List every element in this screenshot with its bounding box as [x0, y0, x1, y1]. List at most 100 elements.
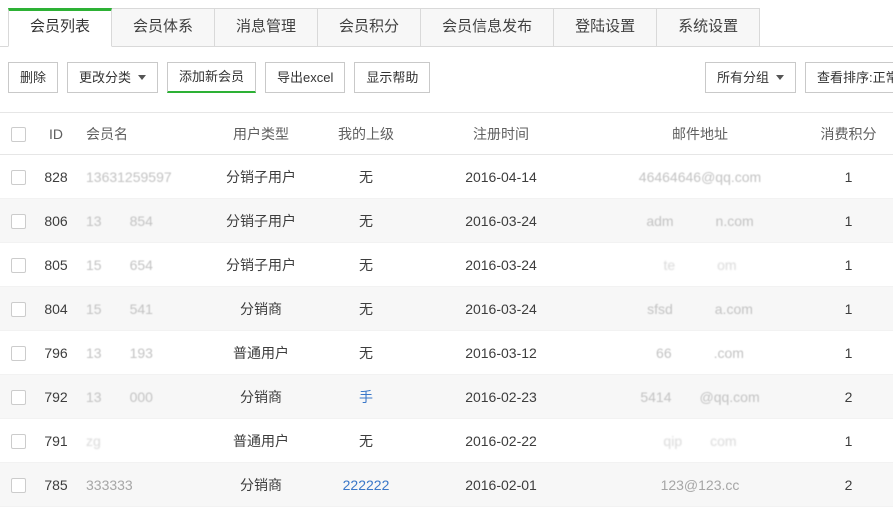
column-header-points: 消费积分 [804, 113, 893, 155]
member-table: ID会员名用户类型我的上级注册时间邮件地址消费积分 828 1363125959… [0, 112, 893, 507]
cell-id: 806 [36, 199, 76, 243]
button-label: 删除 [20, 70, 46, 85]
button-label: 显示帮助 [366, 70, 418, 85]
cell-superior: 无 [326, 419, 406, 463]
cell-checkbox [0, 155, 36, 199]
cell-email: 46464646@qq.com [596, 155, 804, 199]
superior-text: 无 [359, 301, 373, 317]
cell-checkbox [0, 243, 36, 287]
email-text: 5414 @qq.com [640, 389, 759, 405]
select-all-checkbox[interactable] [11, 127, 26, 142]
username-text: 15 654 [86, 257, 153, 273]
cell-username: 13 193 [76, 331, 196, 375]
row-checkbox[interactable] [11, 258, 26, 273]
username-text: zg [86, 433, 101, 449]
table-row: 785 333333 分销商 222222 2016-02-01 123@123… [0, 463, 893, 507]
cell-username: 13631259597 [76, 155, 196, 199]
cell-register-time: 2016-02-01 [406, 463, 596, 507]
column-header-id: ID [36, 113, 76, 155]
table-row: 791 zg 普通用户 无 2016-02-22 qip com 1 [0, 419, 893, 463]
tab-member-info-publish[interactable]: 会员信息发布 [420, 8, 554, 47]
cell-checkbox [0, 375, 36, 419]
cell-id: 791 [36, 419, 76, 463]
export-excel-button[interactable]: 导出excel [265, 62, 345, 93]
button-label: 导出excel [277, 70, 333, 85]
header-checkbox-cell [0, 113, 36, 155]
row-checkbox[interactable] [11, 478, 26, 493]
cell-email: te om [596, 243, 804, 287]
cell-register-time: 2016-02-22 [406, 419, 596, 463]
table-body: 828 13631259597 分销子用户 无 2016-04-14 46464… [0, 155, 893, 507]
row-checkbox[interactable] [11, 170, 26, 185]
cell-checkbox [0, 287, 36, 331]
superior-text[interactable]: 222222 [343, 477, 390, 493]
cell-points: 1 [804, 419, 893, 463]
cell-points: 1 [804, 287, 893, 331]
cell-register-time: 2016-03-12 [406, 331, 596, 375]
cell-points: 1 [804, 155, 893, 199]
superior-text[interactable]: 手 [359, 389, 373, 405]
cell-superior: 无 [326, 287, 406, 331]
tab-member-points[interactable]: 会员积分 [317, 8, 421, 47]
chevron-down-icon [138, 75, 146, 80]
tab-member-list[interactable]: 会员列表 [8, 8, 112, 47]
cell-id: 804 [36, 287, 76, 331]
email-text: qip com [663, 433, 736, 449]
cell-points: 2 [804, 463, 893, 507]
button-label: 添加新会员 [179, 69, 244, 84]
button-label: 查看排序:正常排序 [817, 70, 893, 85]
email-text: 123@123.cc [661, 477, 740, 493]
cell-points: 1 [804, 331, 893, 375]
tab-message-management[interactable]: 消息管理 [214, 8, 318, 47]
cell-username: 13 000 [76, 375, 196, 419]
tab-system-settings[interactable]: 系统设置 [656, 8, 760, 47]
cell-user-type: 普通用户 [196, 419, 326, 463]
row-checkbox[interactable] [11, 434, 26, 449]
column-header-email: 邮件地址 [596, 113, 804, 155]
cell-superior: 手 [326, 375, 406, 419]
superior-text: 无 [359, 345, 373, 361]
cell-email: 66 .com [596, 331, 804, 375]
change-category-button[interactable]: 更改分类 [67, 62, 158, 93]
delete-button[interactable]: 删除 [8, 62, 58, 93]
toolbar-right: 所有分组 查看排序:正常排序 [705, 62, 893, 93]
toolbar: 删除更改分类添加新会员导出excel显示帮助 所有分组查看排序:正常排序 [8, 62, 885, 93]
table-row: 805 15 654 分销子用户 无 2016-03-24 te om 1 [0, 243, 893, 287]
column-header-username: 会员名 [76, 113, 196, 155]
cell-checkbox [0, 463, 36, 507]
button-label: 所有分组 [717, 70, 769, 85]
cell-email: qip com [596, 419, 804, 463]
cell-email: adm n.com [596, 199, 804, 243]
view-sort-button[interactable]: 查看排序:正常排序 [805, 62, 893, 93]
superior-text: 无 [359, 169, 373, 185]
row-checkbox[interactable] [11, 346, 26, 361]
cell-checkbox [0, 331, 36, 375]
superior-text: 无 [359, 257, 373, 273]
cell-username: 15 541 [76, 287, 196, 331]
cell-superior: 无 [326, 243, 406, 287]
superior-text: 无 [359, 213, 373, 229]
row-checkbox[interactable] [11, 390, 26, 405]
superior-text: 无 [359, 433, 373, 449]
row-checkbox[interactable] [11, 302, 26, 317]
cell-superior: 无 [326, 331, 406, 375]
cell-username: 13 854 [76, 199, 196, 243]
add-member-button[interactable]: 添加新会员 [167, 62, 256, 93]
row-checkbox[interactable] [11, 214, 26, 229]
all-groups-button[interactable]: 所有分组 [705, 62, 796, 93]
cell-username: 333333 [76, 463, 196, 507]
show-help-button[interactable]: 显示帮助 [354, 62, 430, 93]
cell-username: 15 654 [76, 243, 196, 287]
table-row: 792 13 000 分销商 手 2016-02-23 5414 @qq.com… [0, 375, 893, 419]
email-text: sfsd a.com [647, 301, 753, 317]
cell-user-type: 普通用户 [196, 331, 326, 375]
cell-user-type: 分销子用户 [196, 199, 326, 243]
cell-username: zg [76, 419, 196, 463]
cell-user-type: 分销商 [196, 287, 326, 331]
email-text: 46464646@qq.com [639, 169, 761, 185]
cell-id: 785 [36, 463, 76, 507]
cell-points: 2 [804, 375, 893, 419]
tab-member-system[interactable]: 会员体系 [111, 8, 215, 47]
tab-login-settings[interactable]: 登陆设置 [553, 8, 657, 47]
cell-superior: 无 [326, 199, 406, 243]
